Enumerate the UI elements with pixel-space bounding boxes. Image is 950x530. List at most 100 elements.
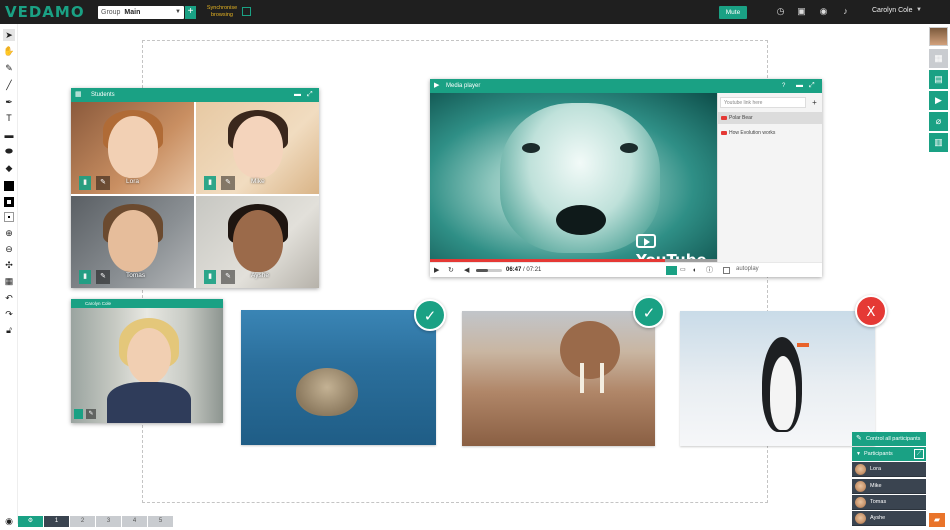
wrench-icon[interactable]: ✎ <box>96 270 110 284</box>
youtube-link-input[interactable]: Youtube link here <box>720 97 806 108</box>
participant-row[interactable]: Ayshe <box>852 511 926 526</box>
save-icon[interactable]: ▣ <box>796 6 807 17</box>
expand-icon[interactable]: ⤢ <box>809 79 815 93</box>
media-player-header[interactable]: ▶ Media player ? ▬ ⤢ <box>430 79 822 93</box>
media-player-icon[interactable]: ▶ <box>929 91 948 110</box>
page-tab-2[interactable]: 2 <box>70 516 95 527</box>
notes-icon[interactable]: ▥ <box>929 133 948 152</box>
grid-icon[interactable]: ▦ <box>3 275 15 287</box>
chat-bubble-icon[interactable]: ▰ <box>929 513 945 527</box>
text-tool-icon[interactable]: T <box>3 112 15 124</box>
stroke-color-swatch[interactable] <box>4 197 14 207</box>
media-video[interactable]: YouTube <box>430 93 717 262</box>
mute-button[interactable]: Mute <box>719 6 747 19</box>
volume-slider[interactable] <box>476 269 502 272</box>
shapes-tool-icon[interactable]: ◆ <box>3 162 15 174</box>
student-tile[interactable]: ▮ ✎ Tomas <box>71 196 194 288</box>
page-tab-4[interactable]: 4 <box>122 516 147 527</box>
playlist-item[interactable]: Polar Bear <box>718 112 823 124</box>
participant-row[interactable]: Lora <box>852 462 926 477</box>
help-button[interactable]: ? <box>782 79 785 93</box>
student-tile[interactable]: ▮ ✎ Ayshe <box>196 196 319 288</box>
user-menu-chevron-icon[interactable]: ▼ <box>916 7 922 13</box>
redo-icon[interactable]: ↷ <box>3 308 15 320</box>
teacher-video-panel[interactable]: Carolyn Cole ✎ <box>71 299 223 423</box>
captions-icon[interactable]: ▭ <box>680 265 686 276</box>
wrench-icon[interactable]: ✎ <box>96 176 110 190</box>
walrus-photo[interactable] <box>462 311 655 446</box>
zoom-in-icon[interactable]: ⊕ <box>3 227 15 239</box>
user-name[interactable]: Carolyn Cole <box>872 7 912 14</box>
add-video-button[interactable]: + <box>809 97 820 108</box>
check-icon[interactable]: ✓ <box>414 299 446 331</box>
pen-tool-icon[interactable]: ✎ <box>3 62 15 74</box>
chart-icon[interactable]: ⟋ <box>914 449 924 459</box>
zoom-out-icon[interactable]: ⊖ <box>3 243 15 255</box>
pointer-tool-icon[interactable]: ➤ <box>3 29 15 41</box>
microphone-icon[interactable]: ▮ <box>79 176 91 190</box>
move-canvas-icon[interactable]: ✣ <box>3 259 15 271</box>
undo-icon[interactable]: ↶ <box>3 292 15 304</box>
sound-sync-icon[interactable]: ◖ <box>692 265 696 276</box>
time-current: 06:47 <box>506 267 522 273</box>
line-tool-icon[interactable]: ╱ <box>3 79 15 91</box>
participants-header[interactable]: ▼ Participants ⟋ <box>852 447 926 461</box>
quality-button[interactable] <box>666 266 677 275</box>
stroke-size-swatch[interactable] <box>4 212 14 222</box>
students-panel-icon[interactable]: ▦ <box>929 49 948 68</box>
wrench-icon[interactable]: ✎ <box>221 176 235 190</box>
student-tile[interactable]: ▮ ✎ Mike <box>196 102 319 194</box>
volume-icon[interactable]: ◀ <box>464 265 469 276</box>
microphone-icon[interactable]: ▮ <box>204 176 216 190</box>
check-icon[interactable]: ✓ <box>633 296 665 328</box>
teacher-panel-header[interactable]: Carolyn Cole <box>71 299 223 308</box>
synchronise-browsing-toggle[interactable] <box>242 7 251 16</box>
microphone-icon[interactable] <box>74 409 83 419</box>
group-select-label: Group <box>101 9 121 16</box>
minimize-icon[interactable]: ▬ <box>294 88 301 102</box>
highlighter-tool-icon[interactable]: ✒ <box>3 96 15 108</box>
playlist-item[interactable]: How Evolution works <box>718 127 823 139</box>
time-readout: 06:47 / 07:21 <box>506 267 542 273</box>
page-tab-3[interactable]: 3 <box>96 516 121 527</box>
autoplay-checkbox[interactable] <box>723 267 730 274</box>
control-all-participants-button[interactable]: ✎ Control all participants <box>852 432 926 446</box>
user-avatar[interactable] <box>929 27 948 46</box>
clock-icon[interactable]: ◷ <box>775 6 786 17</box>
wrench-icon[interactable]: ✎ <box>221 270 235 284</box>
students-panel-header[interactable]: ▦ Students ▬ ⤢ <box>71 88 319 102</box>
cross-icon[interactable]: X <box>855 295 887 327</box>
fill-color-swatch[interactable] <box>4 181 14 191</box>
reload-icon[interactable]: ↻ <box>448 265 454 276</box>
page-tab-5[interactable]: 5 <box>148 516 173 527</box>
microphone-icon[interactable]: ▮ <box>79 270 91 284</box>
ellipse-tool-icon[interactable]: ⬬ <box>3 145 15 157</box>
attachment-icon[interactable]: ⌀ <box>929 112 948 131</box>
lock-icon[interactable]: 🔓︎ <box>3 324 15 336</box>
youtube-watermark: YouTube <box>636 233 717 262</box>
info-icon[interactable]: ⓘ <box>706 265 713 276</box>
chat-icon[interactable]: ▤ <box>929 70 948 89</box>
penguin-photo[interactable] <box>680 311 875 446</box>
hand-tool-icon[interactable]: ✋ <box>3 45 15 57</box>
eye-icon[interactable]: ◉ <box>2 515 16 527</box>
page-tab-1[interactable]: 1 <box>44 516 69 527</box>
student-tile[interactable]: ▮ ✎ Lora <box>71 102 194 194</box>
participant-row[interactable]: Tomas <box>852 495 926 510</box>
participant-row[interactable]: Mike <box>852 479 926 494</box>
microphone-icon[interactable]: ▮ <box>204 270 216 284</box>
wrench-icon[interactable]: ✎ <box>86 409 96 419</box>
group-select[interactable]: Group Main ▼ <box>98 6 184 19</box>
bell-icon[interactable]: ♪ <box>840 6 851 17</box>
seal-photo[interactable] <box>241 310 436 445</box>
rectangle-tool-icon[interactable]: ▬ <box>3 129 15 141</box>
media-player-panel[interactable]: ▶ Media player ? ▬ ⤢ YouTube Youtube lin… <box>430 79 823 277</box>
teacher-shirt <box>107 382 191 423</box>
page-settings-icon[interactable]: ⚙ <box>18 516 43 527</box>
students-panel[interactable]: ▦ Students ▬ ⤢ ▮ ✎ Lora ▮ ✎ Mike ▮ ✎ Tom… <box>71 88 319 288</box>
play-button-icon[interactable]: ▶ <box>434 265 439 276</box>
expand-icon[interactable]: ⤢ <box>307 88 313 102</box>
minimize-icon[interactable]: ▬ <box>796 79 803 93</box>
add-group-button[interactable]: + <box>185 6 196 19</box>
record-icon[interactable]: ◉ <box>818 6 829 17</box>
